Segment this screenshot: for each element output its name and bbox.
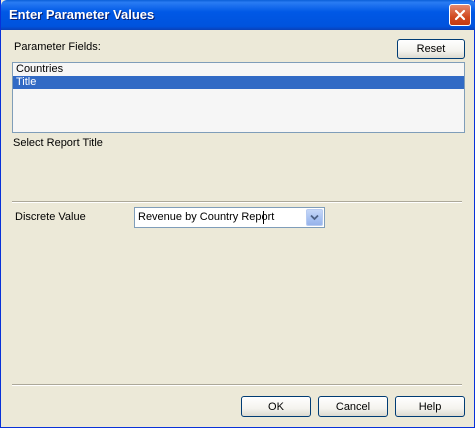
list-item-title[interactable]: Title <box>13 76 464 89</box>
dropdown-button[interactable] <box>306 209 323 226</box>
reset-button[interactable]: Reset <box>397 39 465 59</box>
close-icon <box>454 9 466 21</box>
discrete-value-label: Discrete Value <box>15 211 86 223</box>
parameter-description: Select Report Title <box>13 137 103 149</box>
chevron-down-icon <box>310 212 319 224</box>
parameter-fields-label: Parameter Fields: <box>14 41 101 53</box>
text-caret <box>263 211 264 224</box>
dialog-window: Enter Parameter Values Parameter Fields:… <box>0 0 475 428</box>
divider-bottom <box>12 384 462 386</box>
divider-top <box>12 201 462 203</box>
help-button[interactable]: Help <box>395 396 465 417</box>
discrete-value-text[interactable]: Revenue by Country Report <box>138 211 274 223</box>
parameter-fields-list[interactable]: Countries Title <box>12 62 465 133</box>
title-bar[interactable]: Enter Parameter Values <box>1 0 475 30</box>
cancel-button[interactable]: Cancel <box>318 396 388 417</box>
ok-button[interactable]: OK <box>241 396 311 417</box>
list-item-countries[interactable]: Countries <box>13 63 464 76</box>
discrete-value-combo[interactable]: Revenue by Country Report <box>134 207 325 228</box>
window-title: Enter Parameter Values <box>9 7 155 22</box>
close-button[interactable] <box>449 4 471 26</box>
